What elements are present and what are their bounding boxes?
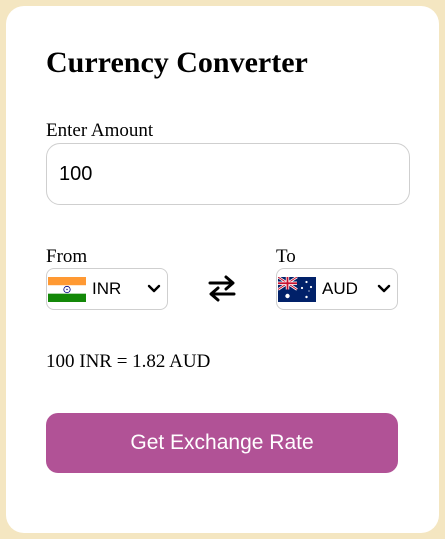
to-label: To xyxy=(276,246,296,267)
to-currency-code: AUD xyxy=(322,279,358,298)
amount-label: Enter Amount xyxy=(46,120,154,141)
india-flag-icon xyxy=(48,276,86,302)
to-currency-select[interactable]: AUD xyxy=(276,268,398,310)
chevron-down-icon xyxy=(147,284,161,293)
get-exchange-rate-button[interactable]: Get Exchange Rate xyxy=(46,413,398,473)
chevron-down-icon xyxy=(377,284,391,293)
from-currency-code: INR xyxy=(92,279,122,298)
from-currency-select[interactable]: INR xyxy=(46,268,168,310)
converter-card: Currency Converter Enter Amount From INR… xyxy=(6,6,439,533)
page-title: Currency Converter xyxy=(46,46,308,79)
exchange-result: 100 INR = 1.82 AUD xyxy=(46,351,211,372)
swap-arrows-icon[interactable] xyxy=(206,272,238,304)
australia-flag-icon xyxy=(278,276,316,302)
from-label: From xyxy=(46,246,88,267)
amount-input[interactable] xyxy=(46,143,410,205)
